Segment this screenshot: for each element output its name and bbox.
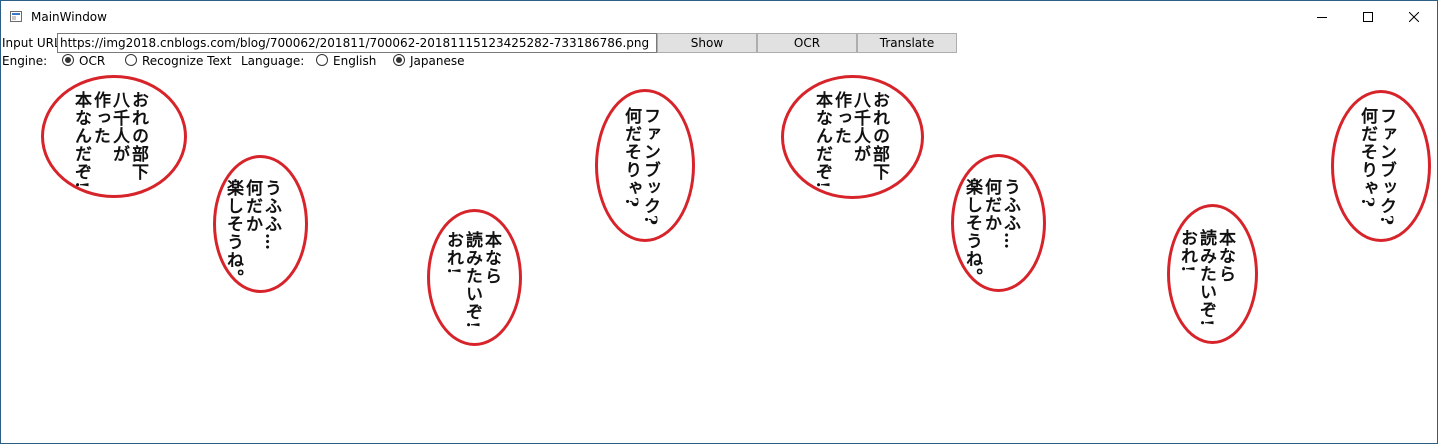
maximize-button[interactable] (1345, 1, 1391, 32)
bubble-text: おれの部下 八千人が 作った 本なんだぞ! (812, 91, 889, 190)
language-english-radio[interactable] (316, 54, 328, 66)
close-icon (1409, 11, 1419, 22)
ocr-button[interactable]: OCR (757, 33, 857, 53)
maximize-icon (1363, 11, 1373, 22)
minimize-icon (1317, 16, 1327, 18)
bubble-text: おれの部下 八千人が 作った 本なんだぞ! (71, 91, 148, 190)
show-button[interactable]: Show (657, 33, 757, 53)
image-canvas: おれの部下 八千人が 作った 本なんだぞ! うふふ… 何だか 楽しそうね。 本な… (1, 71, 1437, 443)
engine-label: Engine: (2, 54, 48, 68)
window-app-icon (10, 11, 22, 22)
bubble-text: ファンブック? 何だそりゃ? (1357, 107, 1396, 226)
language-japanese-label[interactable]: Japanese (410, 54, 465, 68)
bubble-text: 本なら 読みたいぞ! おれ! (443, 231, 501, 330)
title-bar[interactable]: MainWindow (1, 1, 1437, 32)
language-label: Language: (241, 54, 305, 68)
engine-ocr-label[interactable]: OCR (79, 54, 105, 68)
engine-recognize-text-radio[interactable] (125, 54, 137, 66)
bubble-text: うふふ… 何だか 楽しそうね。 (223, 179, 281, 287)
bubble-text: ファンブック? 何だそりゃ? (621, 107, 660, 226)
bubble-text: うふふ… 何だか 楽しそうね。 (962, 178, 1020, 286)
url-toolbar: Input URL: Show OCR Translate (1, 33, 961, 53)
translate-button[interactable]: Translate (857, 33, 957, 53)
url-label: Input URL: (2, 36, 65, 50)
url-input[interactable] (57, 33, 657, 53)
bubble-text: 本なら 読みたいぞ! おれ! (1177, 229, 1235, 328)
language-english-label[interactable]: English (333, 54, 376, 68)
engine-recognize-text-label[interactable]: Recognize Text (142, 54, 231, 68)
options-bar: Engine: OCR Recognize Text Language: Eng… (1, 53, 701, 69)
engine-ocr-radio[interactable] (62, 54, 74, 66)
close-button[interactable] (1391, 1, 1437, 32)
main-window: MainWindow Input URL: Show OCR Translate… (0, 0, 1438, 444)
window-title: MainWindow (31, 10, 107, 24)
language-japanese-radio[interactable] (393, 54, 405, 66)
minimize-button[interactable] (1299, 1, 1345, 32)
